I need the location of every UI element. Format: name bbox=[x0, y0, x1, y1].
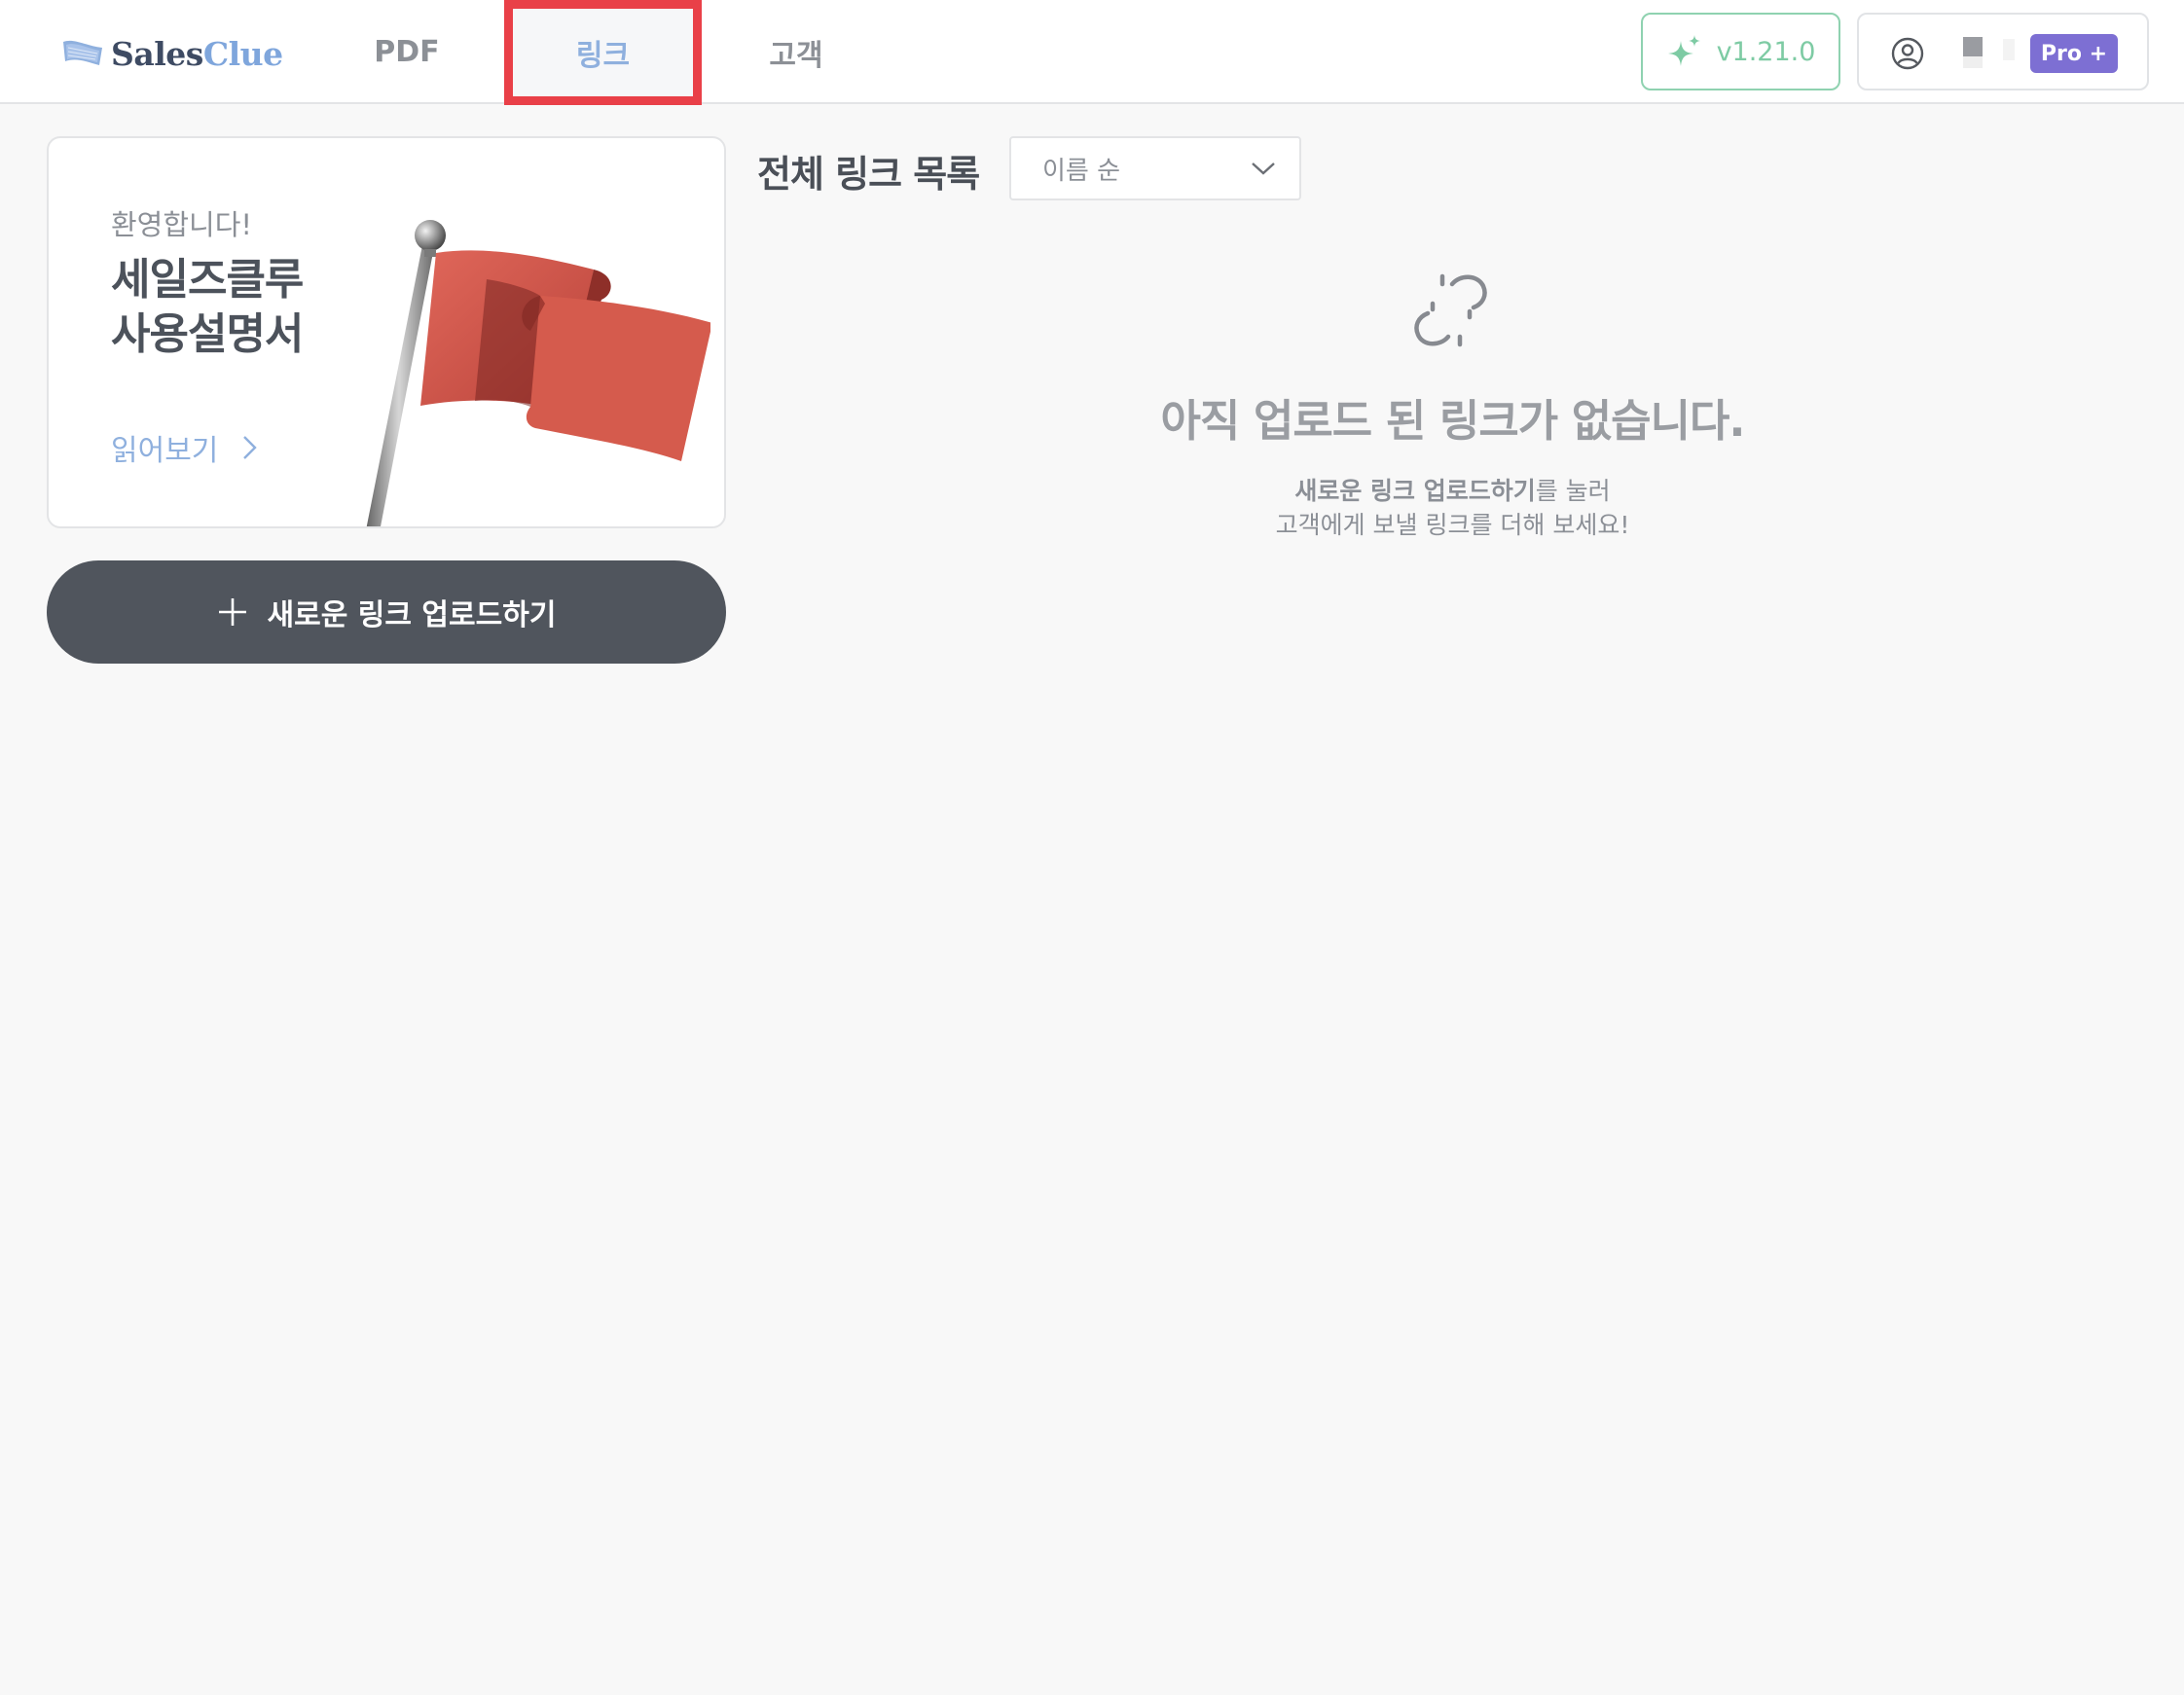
sort-dropdown[interactable]: 이름 순 bbox=[1009, 136, 1301, 200]
empty-desc-line2: 고객에게 보낼 링크를 더해 보세요! bbox=[1275, 511, 1630, 539]
empty-desc-highlight: 새로운 링크 업로드하기 bbox=[1294, 477, 1536, 505]
chevron-right-icon bbox=[243, 436, 258, 459]
upload-new-link-button[interactable]: 새로운 링크 업로드하기 bbox=[47, 560, 726, 664]
logo-mark-icon bbox=[63, 40, 102, 65]
tab-link[interactable]: 링크 bbox=[504, 0, 702, 105]
version-label: v1.21.0 bbox=[1716, 36, 1816, 67]
guide-title: 세일즈클루 사용설명서 bbox=[111, 255, 304, 359]
top-navigation-bar: SalesClue PDF 링크 고객 v1.21.0 Pro + bbox=[0, 0, 2184, 105]
sort-selected-value: 이름 순 bbox=[1042, 156, 1121, 186]
salesclue-logo[interactable]: SalesClue bbox=[60, 29, 283, 78]
masked-user-detail bbox=[2003, 39, 2015, 60]
masked-user-name-part bbox=[1963, 56, 1983, 68]
read-more-label: 읽어보기 bbox=[111, 434, 219, 468]
plan-badge[interactable]: Pro + bbox=[2030, 34, 2118, 73]
user-circle-icon[interactable] bbox=[1890, 36, 1925, 71]
empty-desc-rest: 를 눌러 bbox=[1535, 477, 1611, 505]
red-flag-illustration bbox=[366, 220, 710, 526]
empty-desc-line1: 새로운 링크 업로드하기를 눌러 bbox=[1071, 474, 1835, 508]
tab-pdf[interactable]: PDF bbox=[360, 0, 454, 104]
empty-state-title: 아직 업로드 된 링크가 없습니다. bbox=[1160, 395, 1746, 447]
welcome-text: 환영합니다! bbox=[111, 208, 253, 241]
broken-link-icon bbox=[1414, 273, 1487, 347]
chevron-down-icon bbox=[1252, 162, 1275, 175]
account-area: Pro + bbox=[1857, 13, 2149, 90]
logo-text: SalesClue bbox=[111, 34, 283, 73]
sparkle-icon bbox=[1667, 35, 1700, 66]
upload-button-label: 새로운 링크 업로드하기 bbox=[267, 598, 557, 632]
empty-state-description: 새로운 링크 업로드하기를 눌러 고객에게 보낼 링크를 더해 보세요! bbox=[1071, 474, 1835, 542]
read-more-link[interactable]: 읽어보기 bbox=[111, 426, 259, 469]
user-guide-card[interactable]: 환영합니다! 세일즈클루 사용설명서 읽어보기 bbox=[47, 136, 726, 528]
tab-customer[interactable]: 고객 bbox=[749, 0, 843, 104]
version-button[interactable]: v1.21.0 bbox=[1641, 13, 1840, 90]
plus-icon bbox=[218, 598, 246, 626]
link-list-title: 전체 링크 목록 bbox=[757, 153, 980, 196]
masked-user-name bbox=[1963, 37, 1983, 56]
